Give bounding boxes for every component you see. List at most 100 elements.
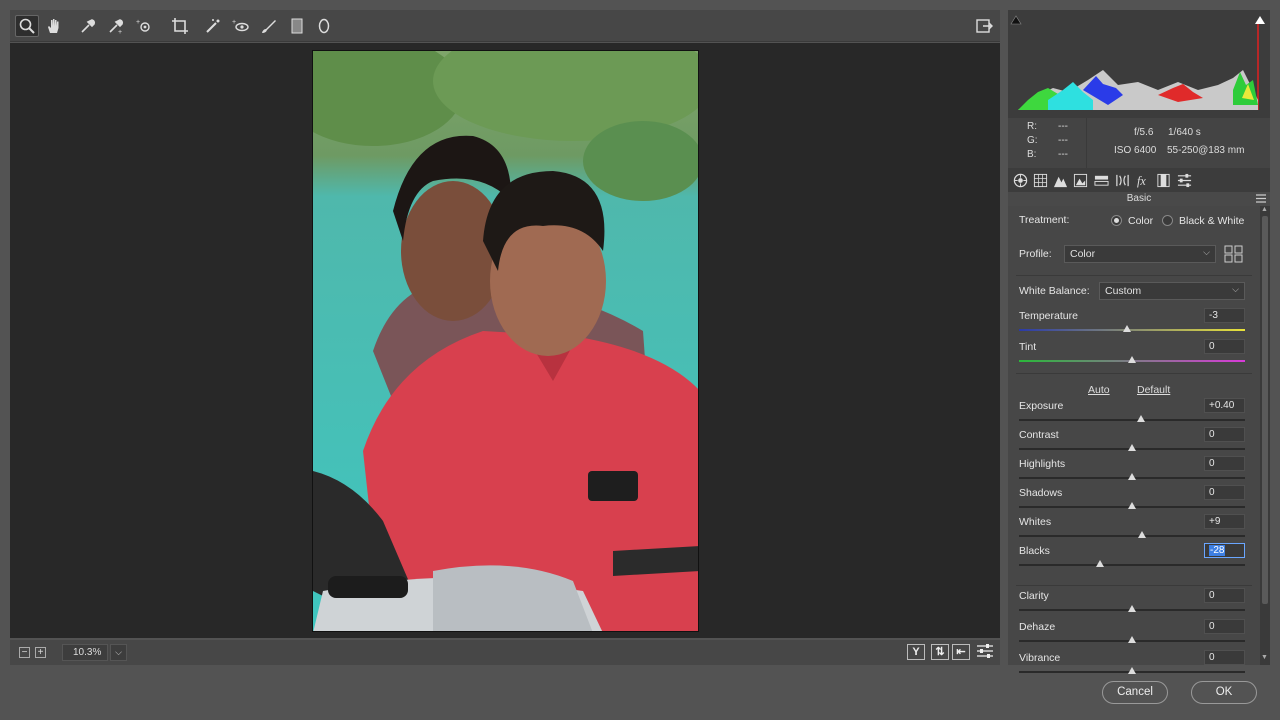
open-preferences-icon[interactable]	[972, 15, 996, 37]
detail-tab-icon[interactable]	[1051, 171, 1069, 189]
slider-value-text: 0	[1209, 487, 1215, 498]
calibration-tab-icon[interactable]	[1154, 171, 1172, 189]
slider-value-contrast[interactable]: 0	[1204, 427, 1245, 442]
target-adjustment-tool-icon[interactable]: +	[132, 15, 156, 37]
treatment-bw-radio[interactable]	[1162, 215, 1173, 226]
before-after-views-button[interactable]: Y	[907, 644, 925, 660]
white-balance-select[interactable]: Custom ⌵	[1099, 282, 1245, 300]
auto-link[interactable]: Auto	[1088, 384, 1110, 396]
slider-label-whites: Whites	[1019, 516, 1052, 528]
aperture-value: f/5.6	[1134, 127, 1154, 138]
treatment-bw-label[interactable]: Black & White	[1179, 215, 1244, 227]
lens-corrections-tab-icon[interactable]	[1113, 171, 1131, 189]
slider-label-contrast: Contrast	[1019, 429, 1059, 441]
scroll-down-icon[interactable]: ▼	[1261, 654, 1268, 661]
r-label: R:	[1027, 121, 1037, 132]
white-balance-value: Custom	[1105, 285, 1142, 297]
slider-thumb-temperature[interactable]	[1123, 325, 1132, 332]
slider-label-exposure: Exposure	[1019, 400, 1064, 412]
panel-title: Basic	[1008, 192, 1270, 206]
effects-tab-icon[interactable]: fx	[1134, 171, 1152, 189]
zoom-level[interactable]: 10.3%	[62, 644, 108, 661]
zoom-out-button[interactable]: −	[19, 647, 30, 658]
slider-thumb-clarity[interactable]	[1128, 605, 1136, 612]
treatment-color-radio[interactable]	[1111, 215, 1122, 226]
slider-value-highlights[interactable]: 0	[1204, 456, 1245, 471]
cancel-button[interactable]: Cancel	[1102, 681, 1168, 704]
profile-label: Profile:	[1019, 248, 1052, 260]
slider-value-text: +9	[1209, 516, 1221, 527]
slider-thumb-highlights[interactable]	[1128, 473, 1136, 480]
presets-tab-icon[interactable]	[1175, 171, 1193, 189]
slider-label-highlights: Highlights	[1019, 458, 1066, 470]
slider-track-exposure[interactable]	[1019, 419, 1245, 421]
treatment-color-label[interactable]: Color	[1128, 215, 1153, 227]
slider-value-text: 0	[1209, 652, 1215, 663]
slider-thumb-tint[interactable]	[1128, 356, 1136, 363]
radial-filter-tool-icon[interactable]	[312, 15, 336, 37]
slider-value-text: +0.40	[1209, 400, 1235, 411]
slider-value-exposure[interactable]: +0.40	[1204, 398, 1245, 413]
basic-panel: Treatment: Color Black & White Profile: …	[1008, 206, 1260, 674]
profile-browser-icon[interactable]	[1224, 245, 1243, 263]
spot-removal-tool-icon[interactable]	[201, 15, 225, 37]
default-link[interactable]: Default	[1137, 384, 1170, 396]
ok-button[interactable]: OK	[1191, 681, 1257, 704]
g-label: G:	[1027, 135, 1038, 146]
status-bar: − + 10.3% ⌵ Y ⇅ ⇤	[10, 640, 1000, 665]
slider-thumb-vibrance[interactable]	[1128, 667, 1136, 674]
crop-tool-icon[interactable]	[168, 15, 192, 37]
slider-value-text: 0	[1209, 429, 1215, 440]
zoom-tool-icon[interactable]	[15, 15, 39, 37]
profile-select[interactable]: Color ⌵	[1064, 245, 1216, 263]
b-value: ---	[1058, 149, 1068, 160]
slider-track-temperature[interactable]	[1019, 329, 1245, 331]
slider-thumb-blacks[interactable]	[1096, 560, 1105, 567]
swap-before-after-button[interactable]: ⇅	[931, 644, 949, 660]
slider-label-clarity: Clarity	[1019, 590, 1049, 602]
histogram	[1008, 10, 1270, 115]
slider-label-blacks: Blacks	[1019, 545, 1050, 557]
slider-value-clarity[interactable]: 0	[1204, 588, 1245, 603]
white-balance-tool-icon[interactable]	[76, 15, 100, 37]
slider-value-blacks[interactable]: -28	[1204, 543, 1245, 558]
slider-value-tint[interactable]: 0	[1204, 339, 1245, 354]
panel-menu-icon[interactable]	[1256, 194, 1266, 203]
color-sampler-tool-icon[interactable]: +	[104, 15, 128, 37]
slider-thumb-dehaze[interactable]	[1128, 636, 1136, 643]
slider-value-dehaze[interactable]: 0	[1204, 619, 1245, 634]
scrollbar-thumb[interactable]	[1262, 216, 1268, 604]
hand-tool-icon[interactable]	[42, 15, 66, 37]
hsl-tab-icon[interactable]	[1071, 171, 1089, 189]
slider-thumb-whites[interactable]	[1138, 531, 1147, 538]
basic-tab-icon[interactable]	[1011, 171, 1029, 189]
panel-scrollbar[interactable]: ▲ ▼	[1260, 206, 1270, 665]
scroll-up-icon[interactable]: ▲	[1261, 206, 1268, 213]
slider-track-whites[interactable]	[1019, 535, 1245, 537]
slider-value-temperature[interactable]: -3	[1204, 308, 1245, 323]
slider-value-text: 0	[1209, 621, 1215, 632]
photo-preview[interactable]	[312, 50, 699, 632]
highlight-clipping-warning-icon	[1255, 16, 1265, 24]
slider-value-text: 0	[1209, 341, 1215, 352]
toggle-settings-icon[interactable]	[976, 644, 994, 660]
slider-value-shadows[interactable]: 0	[1204, 485, 1245, 500]
slider-thumb-exposure[interactable]	[1137, 415, 1146, 422]
right-panel: R: G: B: --- --- --- f/5.6 1/640 s ISO 6…	[1008, 10, 1270, 674]
copy-settings-button[interactable]: ⇤	[952, 644, 970, 660]
split-toning-tab-icon[interactable]	[1092, 171, 1110, 189]
graduated-filter-tool-icon[interactable]	[285, 15, 309, 37]
slider-thumb-contrast[interactable]	[1128, 444, 1136, 451]
slider-value-text: 0	[1209, 590, 1215, 601]
tone-curve-tab-icon[interactable]	[1031, 171, 1049, 189]
adjustment-brush-tool-icon[interactable]	[257, 15, 281, 37]
slider-value-vibrance[interactable]: 0	[1204, 650, 1245, 665]
white-balance-label: White Balance:	[1019, 285, 1090, 297]
slider-thumb-shadows[interactable]	[1128, 502, 1136, 509]
slider-label-vibrance: Vibrance	[1019, 652, 1061, 664]
slider-track-blacks[interactable]	[1019, 564, 1245, 566]
red-eye-tool-icon[interactable]: +	[229, 15, 253, 37]
zoom-dropdown[interactable]: ⌵	[110, 644, 127, 661]
slider-value-whites[interactable]: +9	[1204, 514, 1245, 529]
zoom-in-button[interactable]: +	[35, 647, 46, 658]
